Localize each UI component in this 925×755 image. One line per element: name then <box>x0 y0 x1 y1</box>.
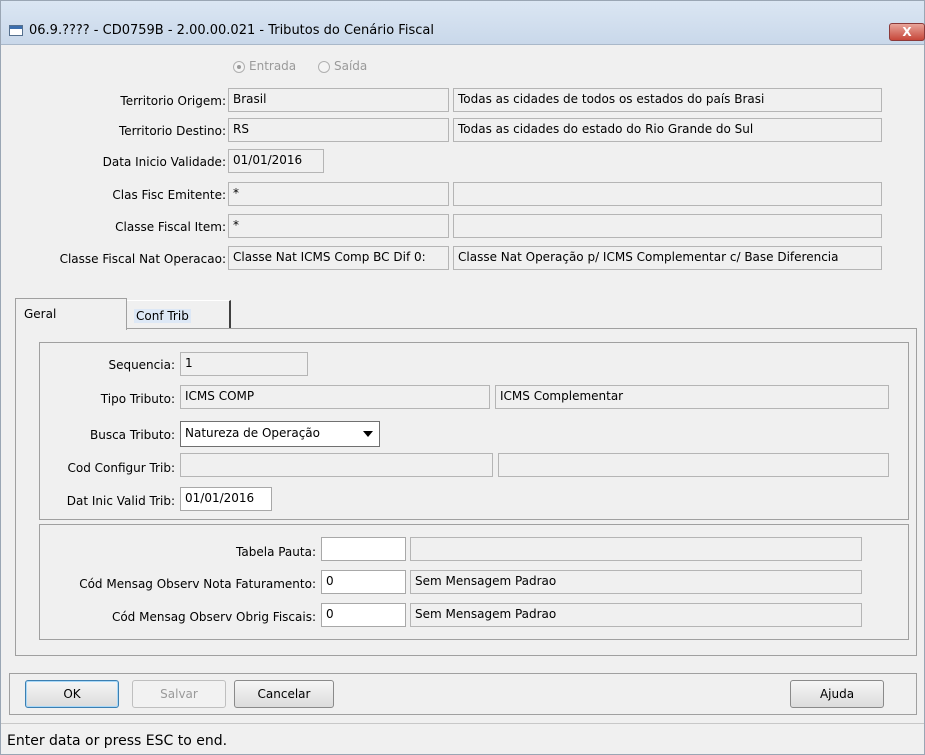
tabela-pauta-label: Tabela Pauta: <box>236 545 316 559</box>
clas-fisc-emitente-code[interactable]: * <box>228 182 449 206</box>
busca-tributo-select[interactable]: Natureza de Operação <box>180 421 380 447</box>
cod-configur-trib-label: Cod Configur Trib: <box>67 461 175 475</box>
tipo-tributo-code[interactable]: ICMS COMP <box>180 385 490 409</box>
dropdown-arrow-icon <box>363 431 373 437</box>
cod-mensag-obrig-label: Cód Mensag Observ Obrig Fiscais: <box>111 610 316 624</box>
classe-fiscal-item-code[interactable]: * <box>228 214 449 238</box>
territorio-destino-label: Territorio Destino: <box>118 124 226 138</box>
territorio-origem-code[interactable]: Brasil <box>228 88 449 112</box>
dialog-window: 06.9.???? - CD0759B - 2.00.00.021 - Trib… <box>0 0 925 755</box>
classe-fiscal-item-label: Classe Fiscal Item: <box>115 220 226 234</box>
tab-conf-trib-label: Conf Trib <box>134 309 191 323</box>
app-window-icon <box>9 25 23 36</box>
cancelar-button[interactable]: Cancelar <box>234 680 334 708</box>
busca-tributo-value: Natureza de Operação <box>185 426 320 440</box>
tab-geral-label: Geral <box>24 307 57 321</box>
tabela-pauta-desc <box>410 537 862 561</box>
radio-saida[interactable]: Saída <box>317 59 367 73</box>
territorio-destino-desc: Todas as cidades do estado do Rio Grande… <box>453 118 882 142</box>
classe-fiscal-item-desc <box>453 214 882 238</box>
radio-entrada[interactable]: Entrada <box>233 59 296 73</box>
salvar-button[interactable]: Salvar <box>132 680 226 708</box>
title-bar: 06.9.???? - CD0759B - 2.00.00.021 - Trib… <box>1 1 925 45</box>
ajuda-button[interactable]: Ajuda <box>790 680 884 708</box>
close-button[interactable]: X <box>889 23 925 41</box>
sequencia-label: Sequencia: <box>108 358 175 372</box>
classe-fiscal-nat-desc: Classe Nat Operação p/ ICMS Complementar… <box>453 246 882 270</box>
busca-tributo-label: Busca Tributo: <box>89 428 175 442</box>
tipo-tributo-label: Tipo Tributo: <box>100 392 175 406</box>
classe-fiscal-nat-label: Classe Fiscal Nat Operacao: <box>59 252 226 266</box>
cod-configur-trib-desc <box>498 453 889 477</box>
window-title: 06.9.???? - CD0759B - 2.00.00.021 - Trib… <box>29 23 434 38</box>
cod-mensag-obrig-desc: Sem Mensagem Padrao <box>410 603 862 627</box>
territorio-origem-label: Territorio Origem: <box>120 94 226 108</box>
clas-fisc-emitente-desc <box>453 182 882 206</box>
classe-fiscal-nat-code[interactable]: Classe Nat ICMS Comp BC Dif 0: <box>228 246 449 270</box>
data-inicio-label: Data Inicio Validade: <box>102 155 226 169</box>
dat-inic-valid-trib-field[interactable]: 01/01/2016 <box>180 487 272 511</box>
tab-conf-trib[interactable]: Conf Trib <box>125 300 231 328</box>
direction-radio-group: Entrada Saída <box>233 59 385 73</box>
data-inicio-field[interactable]: 01/01/2016 <box>228 149 324 173</box>
radio-selected-icon <box>233 60 245 73</box>
tabela-pauta-field[interactable] <box>321 537 406 561</box>
dat-inic-valid-trib-label: Dat Inic Valid Trib: <box>66 494 175 508</box>
radio-unselected-icon <box>317 60 330 73</box>
territorio-destino-code[interactable]: RS <box>228 118 449 142</box>
sequencia-field[interactable]: 1 <box>180 352 308 376</box>
cod-configur-trib-code[interactable] <box>180 453 493 477</box>
cod-mensag-obrig-field[interactable]: 0 <box>321 603 406 627</box>
clas-fisc-emitente-label: Clas Fisc Emitente: <box>112 188 226 202</box>
tab-geral[interactable]: Geral <box>15 298 127 330</box>
ok-button[interactable]: OK <box>25 680 119 708</box>
cod-mensag-nota-label: Cód Mensag Observ Nota Faturamento: <box>79 577 316 591</box>
tipo-tributo-desc: ICMS Complementar <box>495 385 889 409</box>
status-bar: Enter data or press ESC to end. <box>1 723 924 754</box>
cod-mensag-nota-desc: Sem Mensagem Padrao <box>410 570 862 594</box>
cod-mensag-nota-field[interactable]: 0 <box>321 570 406 594</box>
territorio-origem-desc: Todas as cidades de todos os estados do … <box>453 88 882 112</box>
